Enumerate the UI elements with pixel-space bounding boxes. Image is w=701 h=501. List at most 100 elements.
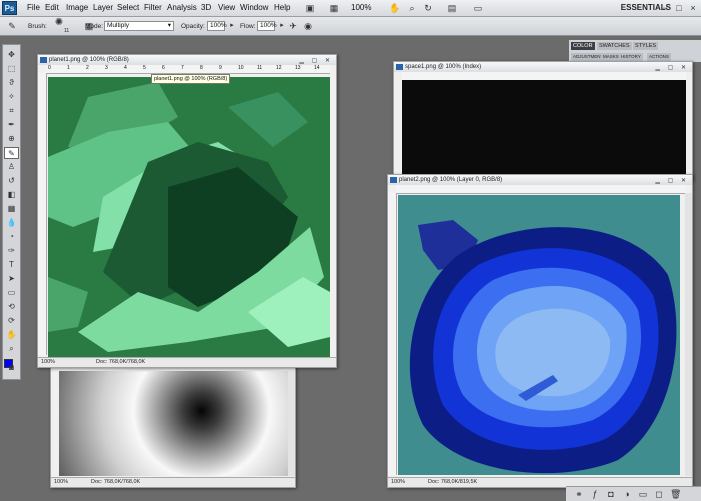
zoom-level[interactable]: 100%	[351, 3, 371, 12]
brush-tool-icon[interactable]: ✎	[4, 147, 19, 159]
document-title-bar[interactable]: planet1.png @ 100% (RGB/8) ▁ ▢ ✕	[38, 55, 336, 65]
pen-tool-icon[interactable]: ✑	[4, 245, 19, 257]
brush-size: 11	[64, 28, 70, 34]
move-tool-icon[interactable]: ✥	[4, 49, 19, 61]
gradient-tool-icon[interactable]: ▦	[4, 203, 19, 215]
menu-filter[interactable]: Filter	[144, 3, 162, 12]
type-tool-icon[interactable]: T	[4, 259, 19, 271]
tab-styles[interactable]: STYLES	[633, 42, 659, 50]
zoom-tool-icon[interactable]: ⌕	[4, 343, 19, 355]
minimize-app-icon[interactable]: −	[660, 2, 670, 14]
dodge-tool-icon[interactable]: ◔	[4, 231, 19, 243]
planet2-canvas[interactable]	[398, 195, 680, 475]
menu-image[interactable]: Image	[66, 3, 88, 12]
menu-window[interactable]: Window	[240, 3, 268, 12]
hand-tool-icon[interactable]: ✋	[4, 329, 19, 341]
hand-tool-icon[interactable]: ✋	[389, 2, 401, 14]
minibridge-icon[interactable]: ▦	[328, 2, 340, 14]
vertical-scrollbar[interactable]	[288, 371, 295, 476]
tab-swatches[interactable]: SWATCHES	[597, 42, 632, 50]
opacity-field[interactable]: 100%	[207, 21, 227, 31]
menu-help[interactable]: Help	[274, 3, 290, 12]
planet2-artwork	[409, 220, 677, 474]
new-group-icon[interactable]: ▭	[638, 488, 648, 500]
flow-slider-icon[interactable]: ▸	[278, 20, 286, 32]
tab-color[interactable]: COLOR	[571, 42, 595, 50]
opacity-label: Opacity:	[181, 23, 205, 30]
bridge-icon[interactable]: ▣	[304, 2, 316, 14]
document-title-bar[interactable]: space1.png @ 100% (Index) ▁ ▢ ✕	[394, 62, 692, 72]
menu-select[interactable]: Select	[117, 3, 139, 12]
flow-field[interactable]: 100%	[257, 21, 277, 31]
planet1-canvas[interactable]	[48, 77, 330, 357]
document-window-planet1[interactable]: planet1.png @ 100% (RGB/8) ▁ ▢ ✕ 0 1 2 3…	[37, 54, 337, 368]
vertical-scrollbar[interactable]	[685, 193, 692, 476]
brush-label: Brush:	[28, 23, 47, 30]
document-tooltip: planet1.png @ 100% (RGB/8)	[151, 74, 231, 84]
airbrush-icon[interactable]: ✈	[287, 20, 299, 32]
zoom-field[interactable]: 100%	[41, 358, 55, 367]
lasso-tool-icon[interactable]: ϑ	[4, 77, 19, 89]
clone-stamp-tool-icon[interactable]: ♙	[4, 161, 19, 173]
menu-analysis[interactable]: Analysis	[167, 3, 197, 12]
path-selection-tool-icon[interactable]: ➤	[4, 273, 19, 285]
eyedropper-tool-icon[interactable]: ✒	[4, 119, 19, 131]
ruler-tick: 11	[257, 65, 263, 71]
document-icon	[396, 64, 403, 70]
link-layers-icon[interactable]: ⚭	[574, 488, 584, 500]
crop-tool-icon[interactable]: ⌗	[4, 105, 19, 117]
tab-masks[interactable]: MASKS	[601, 53, 621, 61]
ruler-tick: 12	[276, 65, 282, 71]
rotate-view-icon[interactable]: ↻	[422, 2, 434, 14]
ruler-tick: 6	[162, 65, 165, 71]
document-window-gradient[interactable]: 100% Doc: 768,0K/768,0K	[50, 362, 296, 488]
menu-edit[interactable]: Edit	[45, 3, 59, 12]
doc-size: Doc: 768,0K/819,5K	[428, 479, 478, 485]
shape-tool-icon[interactable]: ▭	[4, 287, 19, 299]
menu-view[interactable]: View	[218, 3, 235, 12]
layer-style-icon[interactable]: ƒ	[590, 488, 600, 500]
space1-canvas[interactable]	[402, 80, 686, 180]
eraser-tool-icon[interactable]: ◧	[4, 189, 19, 201]
document-title-bar[interactable]: planet2.png @ 100% (Layer 0, RGB/8) ▁ ▢ …	[388, 175, 692, 185]
menu-layer[interactable]: Layer	[93, 3, 113, 12]
new-layer-icon[interactable]: ◻	[654, 488, 664, 500]
quick-mask-icon[interactable]: ◙	[4, 362, 19, 374]
horizontal-ruler[interactable]	[396, 185, 686, 194]
menu-3d[interactable]: 3D	[201, 3, 211, 12]
document-window-planet2[interactable]: planet2.png @ 100% (Layer 0, RGB/8) ▁ ▢ …	[387, 174, 693, 488]
marquee-tool-icon[interactable]: ⬚	[4, 63, 19, 75]
ruler-tick: 1	[67, 65, 70, 71]
blur-tool-icon[interactable]: 💧	[4, 217, 19, 229]
ruler-tick: 2	[86, 65, 89, 71]
history-brush-tool-icon[interactable]: ↺	[4, 175, 19, 187]
screen-mode-icon[interactable]: ▭	[472, 2, 484, 14]
menu-file[interactable]: File	[27, 3, 40, 12]
close-app-icon[interactable]: ×	[688, 2, 698, 14]
tab-actions[interactable]: ACTIONS	[647, 53, 672, 61]
zoom-field[interactable]: 100%	[54, 478, 68, 487]
ruler-tick: 8	[200, 65, 203, 71]
adjustment-layer-icon[interactable]: ◑	[622, 488, 632, 500]
vertical-ruler[interactable]	[388, 193, 397, 475]
restore-app-icon[interactable]: □	[674, 2, 684, 14]
tab-history[interactable]: HISTORY	[619, 53, 643, 61]
vertical-ruler[interactable]	[38, 73, 47, 355]
arrange-documents-icon[interactable]: ▤	[446, 2, 458, 14]
healing-brush-tool-icon[interactable]: ⊕	[4, 133, 19, 145]
zoom-field[interactable]: 100%	[391, 478, 405, 487]
ruler-tick: 4	[124, 65, 127, 71]
zoom-tool-icon[interactable]: ⌕	[406, 2, 418, 14]
horizontal-ruler[interactable]: 0 1 2 3 4 5 6 7 8 9 10 11 12 13 14	[46, 65, 330, 74]
gradient-canvas[interactable]	[59, 371, 289, 476]
blend-mode-select[interactable]: Multiply ▾	[104, 21, 174, 31]
document-window-space1[interactable]: space1.png @ 100% (Index) ▁ ▢ ✕	[393, 61, 693, 181]
tablet-pressure-icon[interactable]: ◉	[302, 20, 314, 32]
quick-select-tool-icon[interactable]: ✧	[4, 91, 19, 103]
brush-tool-preset-icon[interactable]: ✎	[6, 20, 18, 32]
trash-icon[interactable]: 🗑	[670, 488, 681, 500]
3d-rotate-tool-icon[interactable]: ⟲	[4, 301, 19, 313]
3d-orbit-tool-icon[interactable]: ⟳	[4, 315, 19, 327]
layer-mask-icon[interactable]: ◘	[606, 488, 616, 500]
opacity-slider-icon[interactable]: ▸	[228, 20, 236, 32]
